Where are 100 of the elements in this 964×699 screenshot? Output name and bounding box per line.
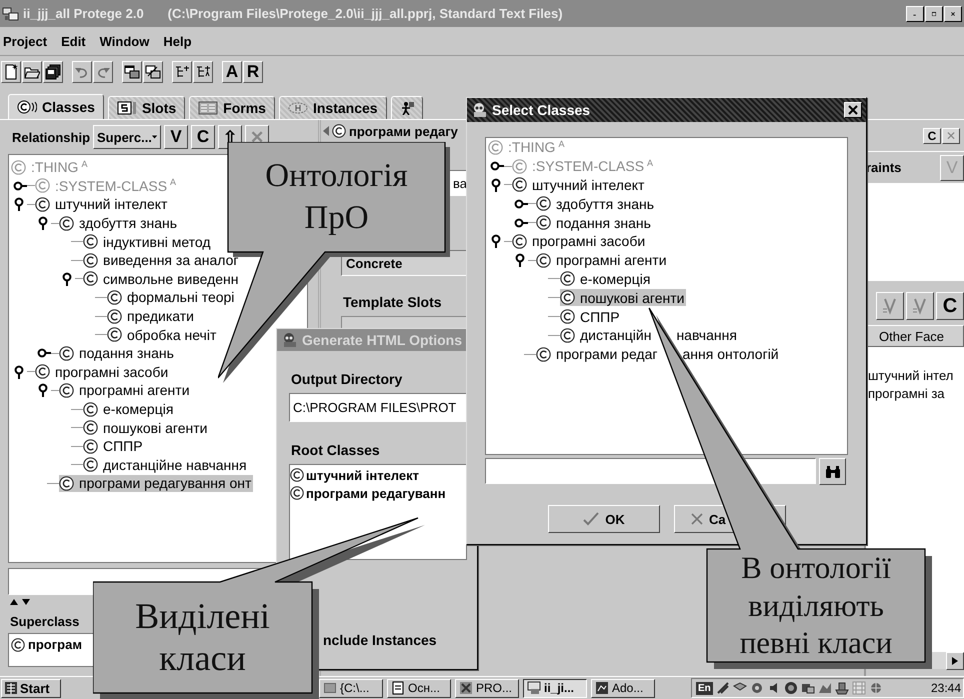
app-icon bbox=[281, 332, 299, 348]
tree-item[interactable]: символьне виведенн bbox=[83, 270, 241, 288]
tree-toggle-icon[interactable] bbox=[514, 196, 528, 211]
toolbar-button[interactable]: A bbox=[222, 60, 242, 82]
toolbar-button[interactable] bbox=[1, 60, 21, 82]
tree-toggle-icon[interactable] bbox=[37, 346, 51, 360]
caret-icon bbox=[152, 133, 158, 141]
tree-item[interactable]: пошукові агенти bbox=[560, 289, 686, 306]
tree-item[interactable]: подання знань bbox=[59, 344, 176, 362]
class-icon bbox=[83, 252, 98, 268]
toolbar-button[interactable]: R bbox=[243, 60, 263, 82]
tree-item[interactable]: програмні агенти bbox=[59, 382, 192, 399]
tray-icon[interactable] bbox=[750, 681, 764, 696]
tree-item[interactable]: програмні засоби bbox=[35, 363, 170, 380]
tree-item[interactable]: програмні агенти bbox=[536, 252, 669, 269]
menu-item[interactable]: Help bbox=[163, 32, 192, 50]
close-button[interactable] bbox=[944, 6, 962, 22]
menu-item[interactable]: Window bbox=[100, 32, 150, 50]
class-icon bbox=[59, 216, 74, 231]
window-title: ii_jjj_all Protege 2.0 bbox=[23, 6, 144, 21]
root-class-item[interactable]: програми редагуванн bbox=[290, 484, 466, 502]
splitter-arrows-icon[interactable] bbox=[10, 598, 32, 606]
toolbar-button[interactable] bbox=[172, 60, 192, 82]
form-icon bbox=[198, 101, 218, 115]
toolbar-button[interactable] bbox=[143, 60, 163, 82]
tree-item[interactable]: здобуття знань bbox=[59, 214, 180, 232]
root-class-item[interactable]: штучний інтелект bbox=[290, 466, 466, 484]
start-button[interactable]: Start bbox=[1, 678, 61, 698]
menu-item[interactable]: Project bbox=[3, 32, 48, 50]
tree-item[interactable]: е-комерція bbox=[83, 400, 176, 418]
tree-item[interactable]: формальні теорі bbox=[107, 288, 236, 306]
tree-item[interactable]: програми редаг ання онтологій bbox=[536, 346, 781, 363]
tree-item[interactable]: штучний інтелект bbox=[512, 176, 646, 194]
tree-item[interactable]: е-комерція bbox=[560, 270, 652, 288]
taskbar-button[interactable]: Ado... bbox=[591, 678, 655, 698]
minimize-button[interactable] bbox=[906, 6, 924, 22]
tree-item[interactable]: дистанційн навчання bbox=[560, 326, 739, 344]
tree-toggle-icon[interactable] bbox=[13, 178, 27, 193]
toolbar-button[interactable] bbox=[43, 60, 63, 82]
tree-item[interactable]: виведення за аналог bbox=[83, 252, 241, 269]
toolbar-button[interactable] bbox=[193, 60, 213, 82]
field-label: Output Directory bbox=[291, 371, 402, 387]
menu-item[interactable]: Edit bbox=[61, 32, 86, 50]
superclass-item[interactable]: програм bbox=[11, 637, 82, 652]
facet-button[interactable]: C bbox=[936, 292, 964, 320]
tree-item[interactable]: штучний інтелект bbox=[35, 196, 170, 213]
toolbar-button[interactable]: V bbox=[164, 125, 188, 149]
maximize-button[interactable] bbox=[925, 6, 943, 22]
tab[interactable] bbox=[390, 96, 423, 119]
tree-item[interactable]: обробка нечіт bbox=[107, 326, 218, 344]
panel-button[interactable]: C bbox=[923, 128, 941, 144]
tree-item[interactable]: здобуття знань bbox=[536, 195, 656, 212]
tray-icon[interactable] bbox=[818, 681, 832, 696]
figure-icon bbox=[400, 101, 414, 115]
tray-icon[interactable] bbox=[784, 681, 798, 696]
class-icon bbox=[11, 160, 26, 175]
tree-item[interactable]: подання знань bbox=[536, 214, 653, 232]
tree-item[interactable]: предикати bbox=[107, 308, 196, 325]
tree-item[interactable]: пошукові агенти bbox=[83, 419, 210, 436]
class-icon bbox=[107, 308, 122, 324]
app-icon bbox=[2, 6, 20, 22]
output-directory-field[interactable]: C:\PROGRAM FILES\PROT bbox=[289, 393, 467, 422]
taskbar-button[interactable]: {C:\... bbox=[319, 678, 383, 698]
collapse-arrow-icon[interactable] bbox=[323, 126, 329, 136]
tray-icon[interactable] bbox=[716, 681, 730, 696]
checkmark-icon bbox=[911, 297, 929, 315]
tree-item[interactable]: індуктивні метод bbox=[83, 233, 213, 250]
tray-icon[interactable] bbox=[834, 681, 849, 696]
close-button[interactable] bbox=[844, 102, 862, 118]
taskbar-button[interactable]: PRO... bbox=[455, 678, 519, 698]
tree-toggle-icon[interactable] bbox=[514, 216, 528, 230]
class-icon bbox=[83, 438, 98, 454]
search-button[interactable] bbox=[819, 458, 846, 485]
class-icon bbox=[536, 196, 551, 212]
clock: 23:44 bbox=[930, 681, 961, 696]
tray-icon[interactable] bbox=[800, 681, 815, 696]
class-icon bbox=[59, 476, 74, 491]
tree-item[interactable]: програми редагування онт bbox=[59, 474, 254, 492]
scroll-right-button[interactable] bbox=[946, 652, 964, 670]
class-icon bbox=[560, 271, 575, 286]
ok-button[interactable]: OK bbox=[548, 505, 660, 533]
tree-toggle-icon[interactable] bbox=[490, 159, 504, 174]
tree-item[interactable]: програмні засоби bbox=[512, 232, 648, 250]
taskbar-button[interactable]: ii_ji... bbox=[523, 678, 587, 698]
cross-icon bbox=[691, 513, 703, 525]
toolbar-button[interactable] bbox=[22, 60, 42, 82]
language-indicator[interactable]: En bbox=[696, 682, 713, 695]
tab[interactable]: Slots bbox=[108, 96, 186, 119]
tree-item[interactable]: СППР bbox=[560, 308, 622, 326]
taskbar-button[interactable]: Осн... bbox=[387, 678, 451, 698]
toolbar-button[interactable]: C bbox=[191, 125, 216, 149]
app-icon bbox=[527, 681, 541, 696]
tab[interactable]: Instances bbox=[278, 96, 387, 119]
toolbar-button[interactable] bbox=[122, 60, 142, 82]
tab[interactable]: Classes bbox=[8, 94, 104, 119]
tree-item[interactable]: дистанційне навчання bbox=[83, 456, 249, 474]
tab[interactable]: Forms bbox=[189, 96, 275, 119]
relationship-dropdown[interactable]: Superc... bbox=[93, 125, 162, 149]
tree-item[interactable]: СППР bbox=[83, 438, 145, 455]
floppy-icon bbox=[45, 64, 61, 80]
